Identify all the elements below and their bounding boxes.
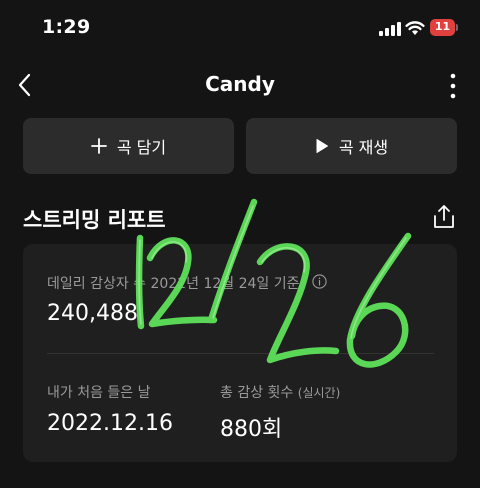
total-plays-label: 총 감상 횟수 (실시간)	[220, 382, 340, 402]
battery-cap	[456, 24, 458, 31]
status-time: 1:29	[42, 16, 91, 38]
first-listen-value: 2022.12.16	[47, 411, 173, 436]
section-title: 스트리밍 리포트	[23, 208, 166, 232]
add-song-button[interactable]: 곡 담기	[23, 118, 234, 174]
daily-listeners-value: 240,488	[47, 301, 138, 326]
screen: 1:29 11 Candy 곡 담기 곡 재생 스트리밍 리포트 데일리 감상자…	[0, 0, 480, 488]
wifi-icon	[405, 21, 425, 35]
battery-icon: 11	[430, 19, 460, 36]
cellular-signal-icon	[379, 22, 401, 36]
play-icon	[316, 139, 328, 153]
total-plays-label-main: 총 감상 횟수	[220, 385, 294, 401]
more-vertical-icon[interactable]	[446, 72, 460, 100]
plus-icon	[90, 138, 107, 154]
daily-listeners-label: 데일리 감상자 수 2022년 12월 24일 기준	[47, 276, 300, 292]
info-icon[interactable]	[312, 274, 327, 289]
status-bar: 1:29 11	[0, 0, 480, 58]
battery-level: 11	[434, 20, 451, 33]
first-listen-label: 내가 처음 들은 날	[47, 385, 151, 401]
total-plays-value: 880회	[220, 417, 283, 442]
page-title: Candy	[205, 72, 275, 96]
total-plays-label-sub: (실시간)	[297, 386, 341, 400]
play-song-label: 곡 재생	[338, 138, 389, 157]
add-song-label: 곡 담기	[116, 138, 167, 157]
play-song-button[interactable]: 곡 재생	[246, 118, 457, 174]
divider	[47, 353, 434, 354]
share-icon[interactable]	[432, 204, 456, 230]
